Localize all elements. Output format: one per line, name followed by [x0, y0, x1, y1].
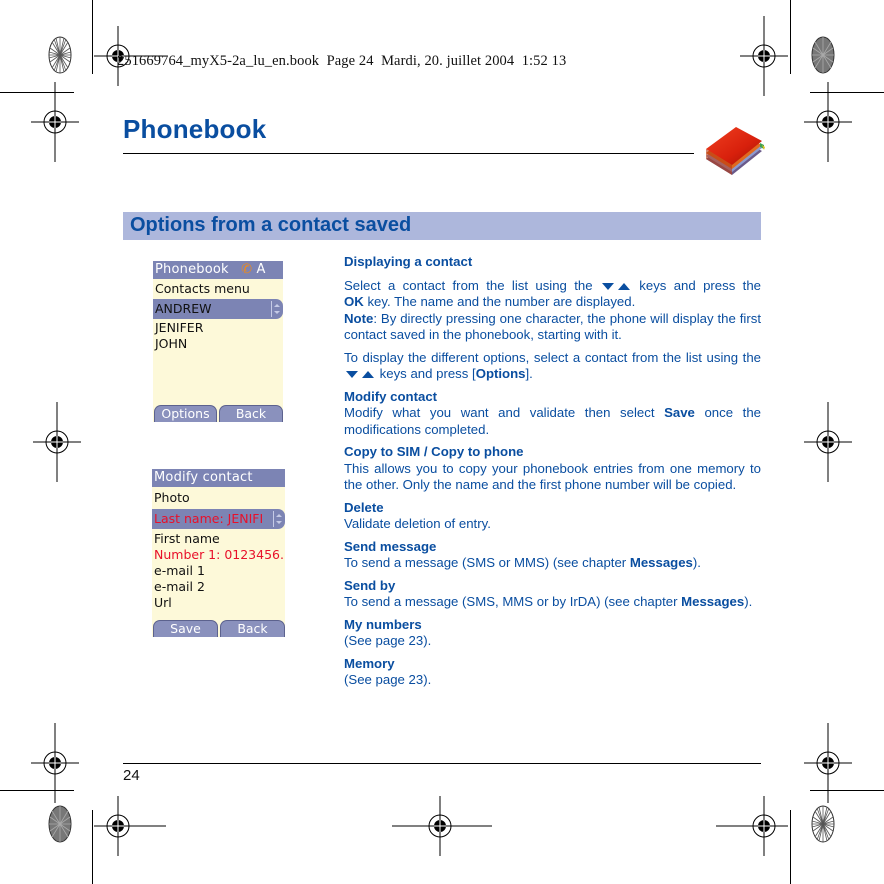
- starburst-mark: [48, 36, 72, 74]
- text: To display the different options, select…: [344, 349, 761, 365]
- heading-memory: Memory: [344, 655, 395, 671]
- back-softkey[interactable]: Back: [219, 405, 283, 422]
- field-photo[interactable]: Photo: [152, 490, 285, 506]
- text: To send a message (SMS, MMS or by IrDA) …: [344, 594, 682, 609]
- heading-send-message: Send message: [344, 538, 437, 554]
- heading-send-by: Send by: [344, 577, 396, 593]
- paragraph-send-by: To send a message (SMS, MMS or by IrDA) …: [344, 594, 761, 611]
- registration-mark: [93, 795, 167, 857]
- phone-screen-modify-contact: Modify contact Photo Last name: JENIFI F…: [152, 469, 285, 637]
- page-number: 24: [123, 767, 140, 784]
- starburst-mark: [811, 36, 835, 74]
- text: keys and press [: [376, 366, 476, 381]
- ok-key-label: OK: [344, 294, 364, 309]
- phonebook-book-icon: [706, 127, 765, 175]
- field-number-1[interactable]: Number 1: 0123456.: [152, 547, 285, 563]
- paragraph-memory: (See page 23).: [344, 672, 432, 687]
- contact-item[interactable]: JENIFER: [153, 320, 283, 336]
- page-title: Phonebook: [123, 114, 267, 144]
- title-rule: [123, 153, 694, 154]
- contact-item[interactable]: JOHN: [153, 336, 283, 352]
- heading-my-numbers: My numbers: [344, 616, 422, 632]
- paragraph-ok: OK key. The name and the number are disp…: [344, 294, 761, 311]
- screen-title-suffix: A: [256, 262, 266, 277]
- save-softkey[interactable]: Save: [153, 620, 218, 637]
- footer-rule: [123, 763, 761, 764]
- scroll-arrows-icon[interactable]: [271, 301, 281, 317]
- registration-mark: [30, 722, 80, 804]
- up-arrow-key-icon: [362, 371, 374, 379]
- options-description: Displaying a contact Select a contact fr…: [344, 254, 761, 689]
- text: To send a message (SMS or MMS) (see chap…: [344, 555, 630, 570]
- note-label: Note: [344, 310, 374, 326]
- contact-item-selected[interactable]: ANDREW: [153, 299, 283, 319]
- softkey-bar: Save Back: [152, 620, 285, 637]
- section-title: Options from a contact saved: [130, 214, 412, 236]
- back-softkey[interactable]: Back: [220, 620, 285, 637]
- options-softkey[interactable]: Options: [154, 405, 217, 422]
- text: keys and press the: [639, 277, 761, 293]
- paragraph-copy: This allows you to copy your phonebook e…: [344, 460, 761, 493]
- scroll-arrows-icon[interactable]: [273, 511, 283, 527]
- registration-mark: [739, 15, 789, 97]
- up-arrow-key-icon: [617, 282, 630, 290]
- field-label: Last name: JENIFI: [154, 511, 264, 526]
- registration-mark: [30, 81, 80, 163]
- contacts-menu-row: Contacts menu: [155, 281, 250, 296]
- text: Select a contact from the list using the: [344, 277, 593, 293]
- save-label: Save: [664, 405, 695, 420]
- registration-mark: [803, 81, 853, 163]
- text: key. The name and the number are display…: [363, 294, 636, 309]
- text: Modify what you want and validate then s…: [344, 405, 665, 420]
- down-arrow-key-icon: [601, 282, 614, 290]
- text: ).: [692, 555, 701, 570]
- messages-chapter-ref: Messages: [629, 555, 693, 570]
- field-url[interactable]: Url: [152, 595, 285, 611]
- text: : By directly pressing one character, th…: [344, 310, 761, 343]
- screen-title-bar: Modify contact: [152, 469, 285, 487]
- registration-mark: [803, 722, 853, 804]
- starburst-mark: [48, 805, 72, 843]
- registration-mark: [716, 796, 788, 856]
- section-heading-bar: Options from a contact saved: [123, 212, 761, 240]
- field-first-name[interactable]: First name: [152, 531, 285, 547]
- paragraph-delete: Validate deletion of entry.: [344, 516, 491, 531]
- messages-chapter-ref: Messages: [681, 594, 745, 609]
- paragraph-note: Note: By directly pressing one character…: [344, 311, 761, 344]
- paragraph-displaying: Select a contact from the list using the…: [344, 278, 761, 295]
- text: ].: [525, 366, 533, 381]
- screen-title: Modify contact: [154, 470, 253, 485]
- handset-icon: ✆: [241, 262, 253, 277]
- starburst-mark: [811, 805, 835, 843]
- registration-mark: [392, 796, 492, 856]
- print-header: 251669764_myX5-2a_lu_en.book Page 24 Mar…: [117, 53, 567, 69]
- field-last-name-selected[interactable]: Last name: JENIFI: [152, 509, 285, 529]
- paragraph-modify: Modify what you want and validate then s…: [344, 405, 761, 438]
- text: ).: [744, 594, 753, 609]
- screen-title: Phonebook: [155, 262, 229, 277]
- heading-copy: Copy to SIM / Copy to phone: [344, 444, 524, 459]
- heading-delete: Delete: [344, 499, 384, 515]
- screen-title-bar: Phonebook ✆ A: [153, 261, 283, 279]
- down-arrow-key-icon: [346, 371, 358, 379]
- options-label: Options: [475, 366, 526, 381]
- registration-mark: [803, 401, 853, 483]
- phone-screen-contacts: Phonebook ✆ A Contacts menu ANDREW JENIF…: [153, 261, 283, 422]
- heading-modify-contact: Modify contact: [344, 388, 438, 404]
- field-email-1[interactable]: e-mail 1: [152, 563, 285, 579]
- heading-displaying-contact: Displaying a contact: [344, 254, 473, 269]
- softkey-bar: Options Back: [153, 405, 283, 422]
- field-email-2[interactable]: e-mail 2: [152, 579, 285, 595]
- paragraph-send-message: To send a message (SMS or MMS) (see chap…: [344, 555, 761, 572]
- paragraph-my-numbers: (See page 23).: [344, 633, 432, 648]
- paragraph-options: To display the different options, select…: [344, 350, 761, 383]
- contact-name: ANDREW: [155, 301, 212, 316]
- registration-mark: [32, 401, 82, 483]
